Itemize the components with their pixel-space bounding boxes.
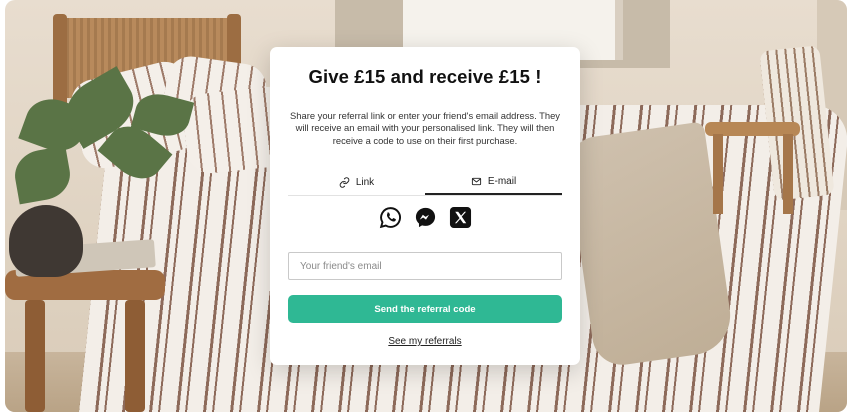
- friend-email-input[interactable]: [288, 252, 562, 280]
- x-icon: [449, 206, 471, 229]
- referral-tabs: Link E-mail: [288, 169, 562, 196]
- envelope-icon: [471, 177, 481, 185]
- whatsapp-share-button[interactable]: [379, 206, 402, 229]
- messenger-share-button[interactable]: [414, 206, 437, 229]
- stool-leg: [713, 134, 723, 214]
- stool-leg: [783, 134, 793, 214]
- see-my-referrals-link[interactable]: See my referrals: [270, 336, 580, 347]
- nightstand-leg: [125, 300, 145, 412]
- whatsapp-icon: [379, 207, 401, 229]
- ceramic-vase: [9, 205, 83, 277]
- x-share-button[interactable]: [449, 206, 472, 229]
- share-buttons: [270, 206, 580, 229]
- send-referral-button[interactable]: Send the referral code: [288, 295, 562, 323]
- link-icon: [339, 176, 350, 188]
- tab-link[interactable]: Link: [288, 169, 425, 195]
- plant-leaves: [11, 145, 74, 205]
- modal-title: Give £15 and receive £15 !: [308, 66, 542, 87]
- messenger-icon: [415, 207, 435, 228]
- tab-link-label: Link: [355, 176, 375, 188]
- referral-modal: Give £15 and receive £15 ! Share your re…: [270, 47, 580, 365]
- modal-description: Share your referral link or enter your f…: [290, 110, 560, 146]
- nightstand-leg: [25, 300, 45, 412]
- tab-email[interactable]: E-mail: [425, 169, 562, 195]
- tab-email-label: E-mail: [487, 175, 517, 187]
